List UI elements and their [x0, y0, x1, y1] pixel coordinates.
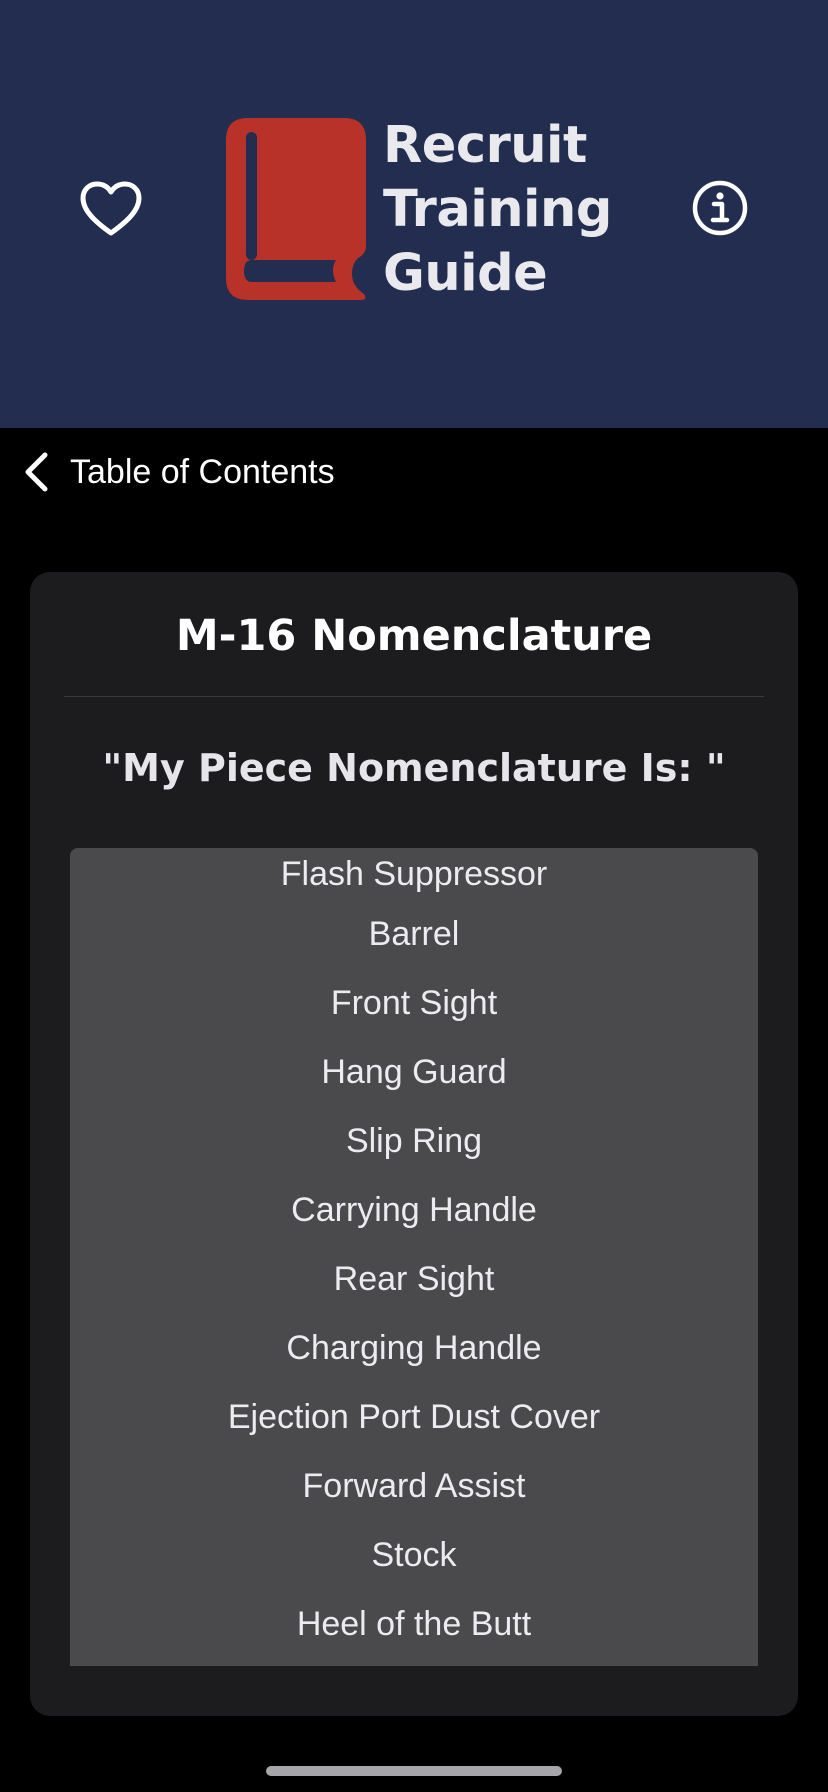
list-item: Barrel [368, 915, 460, 953]
app-title-line: Guide [383, 244, 548, 303]
list-item: Charging Handle [286, 1329, 542, 1367]
screen: Recruit Training Guide Table of Contents… [0, 0, 828, 1792]
list-item: Ejection Port Dust Cover [227, 1398, 601, 1436]
favorite-button[interactable] [79, 180, 143, 238]
back-button-label: Table of Contents [70, 452, 335, 491]
list-item: Heel of the Butt [296, 1605, 532, 1643]
list-item: Rear Sight [333, 1260, 495, 1298]
divider [64, 696, 764, 697]
list-item: Slip Ring [345, 1122, 483, 1160]
home-indicator[interactable] [266, 1766, 562, 1776]
list-item: Flash Suppressor [280, 854, 548, 893]
info-button[interactable] [692, 180, 748, 236]
app-title: Recruit Training Guide [383, 114, 643, 306]
nomenclature-card: M-16 Nomenclature "My Piece Nomenclature… [30, 572, 798, 1716]
list-item: Hang Guard [321, 1053, 507, 1091]
heart-icon [80, 181, 142, 236]
app-header: Recruit Training Guide [0, 0, 828, 428]
list-item: Stock [371, 1536, 457, 1574]
list-item: Forward Assist [302, 1467, 526, 1505]
list-item: Carrying Handle [291, 1191, 537, 1229]
back-button[interactable]: Table of Contents [18, 444, 335, 500]
chevron-left-icon [18, 449, 54, 495]
book-icon [226, 118, 366, 300]
card-subtitle: "My Piece Nomenclature Is: " [102, 746, 726, 790]
parts-list[interactable]: Flash Suppressor Barrel Front Sight Hang… [70, 848, 758, 1666]
list-item: Front Sight [330, 984, 498, 1022]
info-icon [692, 180, 748, 236]
card-title: M-16 Nomenclature [175, 611, 653, 661]
app-title-line: Training [383, 180, 612, 239]
app-title-line: Recruit [383, 116, 587, 175]
